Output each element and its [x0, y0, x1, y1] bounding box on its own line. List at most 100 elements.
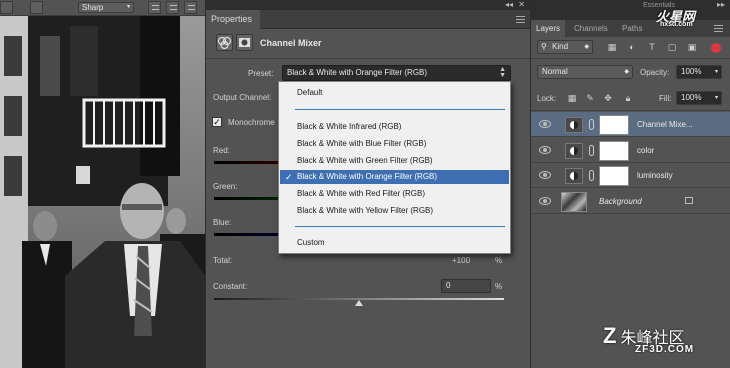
adjustment-filter-icon[interactable]: ◐ [627, 42, 637, 52]
menu-item-default[interactable]: Default [280, 86, 509, 100]
canvas-photo[interactable] [0, 16, 205, 368]
adjustment-title: Channel Mixer [260, 38, 322, 48]
close-panel-icon[interactable]: ✕ [518, 0, 525, 9]
tab-paths[interactable]: Paths [617, 20, 647, 37]
chevron-down-icon: ▾ [714, 95, 718, 101]
antialias-value: Sharp [82, 3, 104, 12]
red-label: Red: [213, 146, 230, 155]
select-arrows-icon: ◆ [624, 69, 629, 75]
watermark-url-bottom: ZF3D.COM [635, 344, 695, 355]
visibility-eye-icon[interactable] [539, 197, 551, 205]
menu-item-preset[interactable]: Black & White with Green Filter (RGB) [280, 154, 509, 168]
total-label: Total: [213, 256, 233, 265]
adjustment-thumbnail [565, 117, 583, 133]
tab-layers[interactable]: Layers [531, 20, 566, 37]
lock-icon [685, 197, 693, 204]
preset-label: Preset: [248, 69, 274, 78]
constant-label: Constant: [213, 282, 248, 291]
watermark-url-top: hxsd.com [660, 21, 693, 28]
panel-divider [206, 58, 531, 59]
total-unit: % [495, 256, 503, 265]
preset-value: Black & White with Orange Filter (RGB) [287, 68, 428, 77]
layers-panel: Essentials ▸▸ Layers Channels Paths Kind… [530, 0, 730, 368]
align-left-button[interactable] [148, 1, 161, 14]
tab-channels[interactable]: Channels [569, 20, 613, 37]
mask-thumbnail[interactable] [599, 141, 629, 161]
select-arrows-icon: ◆ [584, 44, 589, 50]
options-bar: Sharp ▾ [0, 0, 205, 16]
lock-all-icon[interactable]: 🔒︎ [623, 93, 633, 103]
visibility-eye-icon[interactable] [539, 146, 551, 154]
panel-menu-icon[interactable] [714, 25, 723, 32]
menu-separator [295, 226, 505, 227]
panel-drag-bar[interactable]: ◂◂ ✕ [206, 0, 531, 10]
green-label: Green: [213, 182, 238, 191]
lock-position-icon[interactable]: ✥ [603, 93, 613, 103]
align-center-button[interactable] [166, 1, 179, 14]
total-value: +100 [452, 256, 471, 265]
layer-name[interactable]: Background [599, 197, 642, 206]
link-icon[interactable] [589, 119, 594, 130]
lock-pixels-icon[interactable]: ✎ [585, 93, 595, 103]
menu-item-preset[interactable]: Black & White with Red Filter (RGB) [280, 187, 509, 201]
layer-row[interactable]: color [531, 138, 730, 163]
visibility-eye-icon[interactable] [539, 171, 551, 179]
panel-menu-icon[interactable] [516, 16, 525, 23]
layer-name[interactable]: Channel Mixe... [637, 120, 693, 129]
shape-filter-icon[interactable]: ▢ [667, 42, 677, 52]
constant-slider-thumb[interactable] [355, 300, 363, 306]
panel-divider [531, 58, 730, 59]
opacity-field[interactable]: 100% ▾ [676, 65, 722, 79]
align-right-button[interactable] [184, 1, 197, 14]
layer-row[interactable]: luminosity [531, 163, 730, 188]
menu-item-preset[interactable]: Black & White Infrared (RGB) [280, 120, 509, 134]
preset-select[interactable]: Black & White with Orange Filter (RGB) ▲… [282, 65, 511, 81]
visibility-eye-icon[interactable] [539, 120, 551, 128]
filter-toggle-icon[interactable] [711, 43, 721, 53]
type-filter-icon[interactable]: T [647, 42, 657, 52]
street-photo-image [0, 16, 205, 368]
blend-mode-select[interactable]: Normal ◆ [537, 65, 633, 79]
constant-unit: % [495, 282, 503, 291]
mask-thumbnail[interactable] [599, 115, 629, 135]
mask-thumbnail[interactable] [599, 166, 629, 186]
tab-properties[interactable]: Properties [206, 10, 260, 29]
monochrome-label: Monochrome [228, 118, 275, 127]
layer-row[interactable]: Channel Mixe... [531, 112, 730, 137]
layer-row[interactable]: Background [531, 189, 730, 214]
options-toggle-button[interactable] [30, 1, 43, 14]
blue-label: Blue: [213, 218, 232, 227]
filter-kind-value: Kind [552, 42, 569, 51]
link-icon[interactable] [589, 170, 594, 181]
fill-field[interactable]: 100% ▾ [676, 91, 722, 105]
menu-item-preset[interactable]: Black & White with Blue Filter (RGB) [280, 137, 509, 151]
menu-item-custom[interactable]: Custom [280, 236, 509, 250]
adjustment-thumbnail [565, 168, 583, 184]
filter-kind-select[interactable]: Kind ⚲ ◆ [537, 40, 593, 54]
preset-dropdown-menu: Default Black & White Infrared (RGB) Bla… [278, 81, 511, 254]
select-arrows-icon: ▲ ▼ [499, 66, 506, 79]
layer-name[interactable]: color [637, 146, 654, 155]
menu-separator [295, 109, 505, 110]
link-icon[interactable] [589, 145, 594, 156]
collapse-panel-icon[interactable]: ◂◂ [505, 0, 513, 9]
chevron-down-icon: ▾ [126, 4, 130, 10]
menu-item-preset[interactable]: Black & White with Yellow Filter (RGB) [280, 204, 509, 218]
fill-label: Fill: [659, 94, 672, 103]
adjustment-thumbnail [565, 143, 583, 159]
output-channel-label: Output Channel: [213, 93, 272, 102]
layer-mask-icon[interactable] [236, 34, 253, 51]
lock-transparency-icon[interactable]: ▦ [567, 93, 577, 103]
background-thumbnail [561, 192, 587, 212]
monochrome-checkbox[interactable]: ✓ [212, 117, 222, 127]
blend-mode-value: Normal [542, 67, 568, 76]
options-button[interactable] [0, 1, 13, 14]
constant-field[interactable]: 0 [441, 279, 491, 293]
pixel-filter-icon[interactable]: ▦ [607, 42, 617, 52]
antialias-select[interactable]: Sharp ▾ [78, 2, 134, 13]
layer-name[interactable]: luminosity [637, 171, 673, 180]
collapse-panel-icon[interactable]: ▸▸ [717, 0, 725, 9]
fill-value: 100% [681, 93, 702, 102]
smart-object-filter-icon[interactable]: ▣ [687, 42, 697, 52]
menu-item-preset[interactable]: ✓ Black & White with Orange Filter (RGB) [280, 170, 509, 184]
